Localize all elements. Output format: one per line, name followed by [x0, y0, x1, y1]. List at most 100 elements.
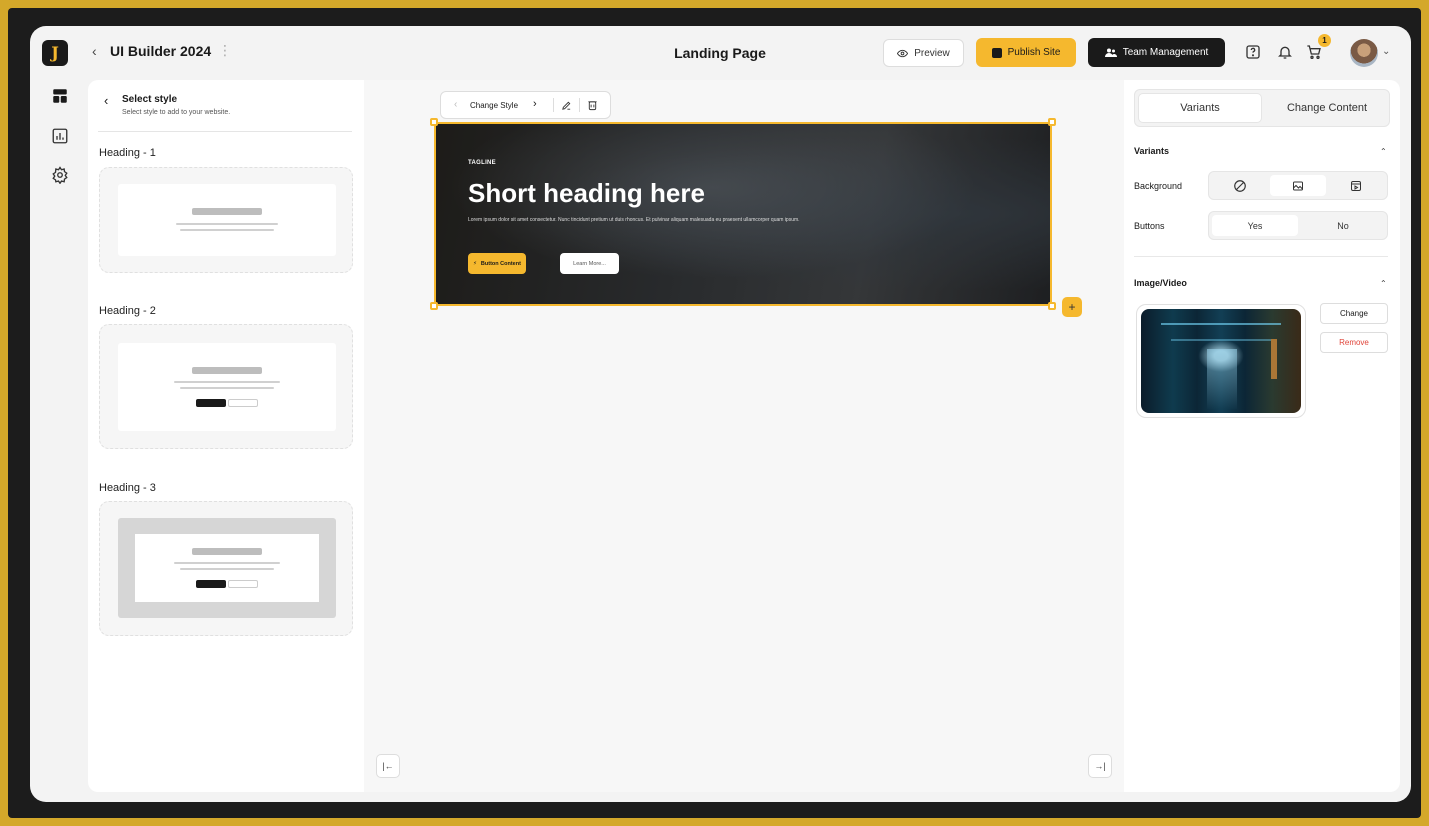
- settings-gear-icon[interactable]: [51, 166, 69, 184]
- style-preview: [118, 343, 336, 431]
- preview-title-bar: [192, 548, 262, 555]
- layout-icon[interactable]: [51, 87, 69, 105]
- heading-3-label: Heading - 3: [99, 482, 156, 494]
- chevron-down-icon[interactable]: ⌄: [1382, 46, 1390, 57]
- tab-variants[interactable]: Variants: [1138, 93, 1262, 123]
- preview-text-bar: [174, 381, 280, 383]
- preview-primary-button: [196, 580, 226, 588]
- preview-content-box: [135, 534, 319, 602]
- hero-section[interactable]: TAGLINE Short heading here Lorem ipsum d…: [434, 122, 1052, 306]
- top-bar: J ‹ UI Builder 2024 ⋮ Landing Page Previ…: [30, 26, 1411, 78]
- help-icon[interactable]: [1245, 44, 1261, 60]
- heading-1-label: Heading - 1: [99, 147, 156, 159]
- style-panel: ‹ Select style Select style to add to yo…: [88, 80, 364, 792]
- divider: [579, 98, 580, 112]
- back-chevron-icon[interactable]: ‹: [92, 43, 97, 59]
- hero-heading[interactable]: Short heading here: [468, 178, 705, 209]
- preview-text-bar: [174, 562, 280, 564]
- collapse-right-panel-icon[interactable]: →|: [1088, 754, 1112, 778]
- team-management-button[interactable]: Team Management: [1088, 38, 1225, 67]
- user-avatar[interactable]: [1350, 39, 1378, 67]
- publish-site-button[interactable]: Publish Site: [976, 38, 1076, 67]
- video-icon: [1351, 180, 1361, 191]
- change-style-label[interactable]: Change Style: [470, 101, 518, 110]
- hero-overlay: [436, 124, 1050, 304]
- resize-handle[interactable]: [430, 302, 438, 310]
- add-block-button[interactable]: +: [1062, 297, 1082, 317]
- block-toolbar: ‹ Change Style ›: [440, 91, 611, 119]
- hero-secondary-button-label: Learn More...: [573, 260, 606, 267]
- change-media-button[interactable]: Change: [1320, 303, 1388, 324]
- preview-text-bar: [180, 568, 274, 570]
- page-title: Landing Page: [674, 45, 766, 61]
- divider: [1134, 256, 1388, 257]
- preview-title-bar: [192, 367, 262, 374]
- background-video-option[interactable]: [1328, 175, 1384, 196]
- hero-secondary-button[interactable]: Learn More...: [560, 253, 619, 274]
- panel-subtitle: Select style to add to your website.: [122, 109, 231, 116]
- remove-media-button[interactable]: Remove: [1320, 332, 1388, 353]
- buttons-no-option[interactable]: No: [1300, 215, 1386, 236]
- next-style-icon[interactable]: ›: [533, 98, 537, 110]
- background-label: Background: [1134, 181, 1183, 191]
- tab-change-content[interactable]: Change Content: [1265, 93, 1389, 123]
- app-logo[interactable]: J: [42, 40, 68, 66]
- heading-2-label: Heading - 2: [99, 305, 156, 317]
- buttons-yes-option[interactable]: Yes: [1212, 215, 1298, 236]
- panel-title: Select style: [122, 94, 178, 105]
- panel-tabs: Variants Change Content: [1134, 89, 1390, 127]
- preview-primary-button: [196, 399, 226, 407]
- background-selector: [1208, 171, 1388, 200]
- publish-label: Publish Site: [1007, 47, 1061, 58]
- variants-section-title: Variants: [1134, 146, 1170, 156]
- preview-button[interactable]: Preview: [883, 39, 964, 67]
- preview-text-bar: [176, 223, 278, 225]
- hero-primary-button-label: Button Content: [480, 260, 521, 267]
- cart-count-badge: 1: [1318, 34, 1331, 47]
- eye-icon: [897, 49, 909, 57]
- properties-panel: Variants Change Content Variants ⌃ Backg…: [1124, 80, 1400, 792]
- heading-1-style-card[interactable]: [99, 167, 353, 273]
- trash-icon[interactable]: [587, 100, 598, 111]
- media-thumbnail[interactable]: [1136, 304, 1306, 418]
- hero-primary-button[interactable]: ⚡ Button Content: [468, 253, 526, 274]
- team-icon: [1104, 48, 1117, 57]
- project-name[interactable]: UI Builder 2024: [110, 43, 211, 59]
- collapse-left-panel-icon[interactable]: |←: [376, 754, 400, 778]
- editor-canvas[interactable]: ‹ Change Style › TAGLINE Short heading h…: [364, 80, 1124, 792]
- style-preview: [118, 184, 336, 256]
- divider: [553, 98, 554, 112]
- background-none-option[interactable]: [1212, 175, 1268, 196]
- edit-pencil-icon[interactable]: [561, 100, 572, 111]
- publish-icon: [991, 47, 1002, 58]
- cart-icon[interactable]: [1306, 44, 1322, 60]
- bell-icon[interactable]: [1277, 44, 1293, 60]
- image-icon: [1293, 181, 1303, 190]
- analytics-icon[interactable]: [51, 127, 69, 145]
- prev-style-icon[interactable]: ‹: [454, 99, 457, 110]
- team-label: Team Management: [1122, 47, 1209, 58]
- heading-3-style-card[interactable]: [99, 501, 353, 636]
- project-more-icon[interactable]: ⋮: [218, 42, 232, 59]
- media-section-title: Image/Video: [1134, 278, 1187, 288]
- chevron-up-icon[interactable]: ⌃: [1380, 279, 1387, 288]
- hero-paragraph[interactable]: Lorem ipsum dolor sit amet consectetur. …: [468, 216, 808, 224]
- app-window: J ‹ UI Builder 2024 ⋮ Landing Page Previ…: [30, 26, 1411, 802]
- background-image-option[interactable]: [1270, 175, 1326, 196]
- resize-handle[interactable]: [430, 118, 438, 126]
- buttons-toggle: Yes No: [1208, 211, 1388, 240]
- chevron-up-icon[interactable]: ⌃: [1380, 147, 1387, 156]
- preview-secondary-button: [228, 580, 258, 588]
- resize-handle[interactable]: [1048, 118, 1056, 126]
- preview-secondary-button: [228, 399, 258, 407]
- lightning-icon: ⚡: [473, 260, 477, 267]
- heading-2-style-card[interactable]: [99, 324, 353, 449]
- style-preview: [118, 518, 336, 618]
- preview-text-bar: [180, 387, 274, 389]
- back-chevron-icon[interactable]: ‹: [104, 93, 108, 108]
- divider: [98, 131, 352, 132]
- buttons-label: Buttons: [1134, 221, 1165, 231]
- preview-label: Preview: [914, 47, 950, 59]
- hero-tagline[interactable]: TAGLINE: [468, 160, 496, 166]
- resize-handle[interactable]: [1048, 302, 1056, 310]
